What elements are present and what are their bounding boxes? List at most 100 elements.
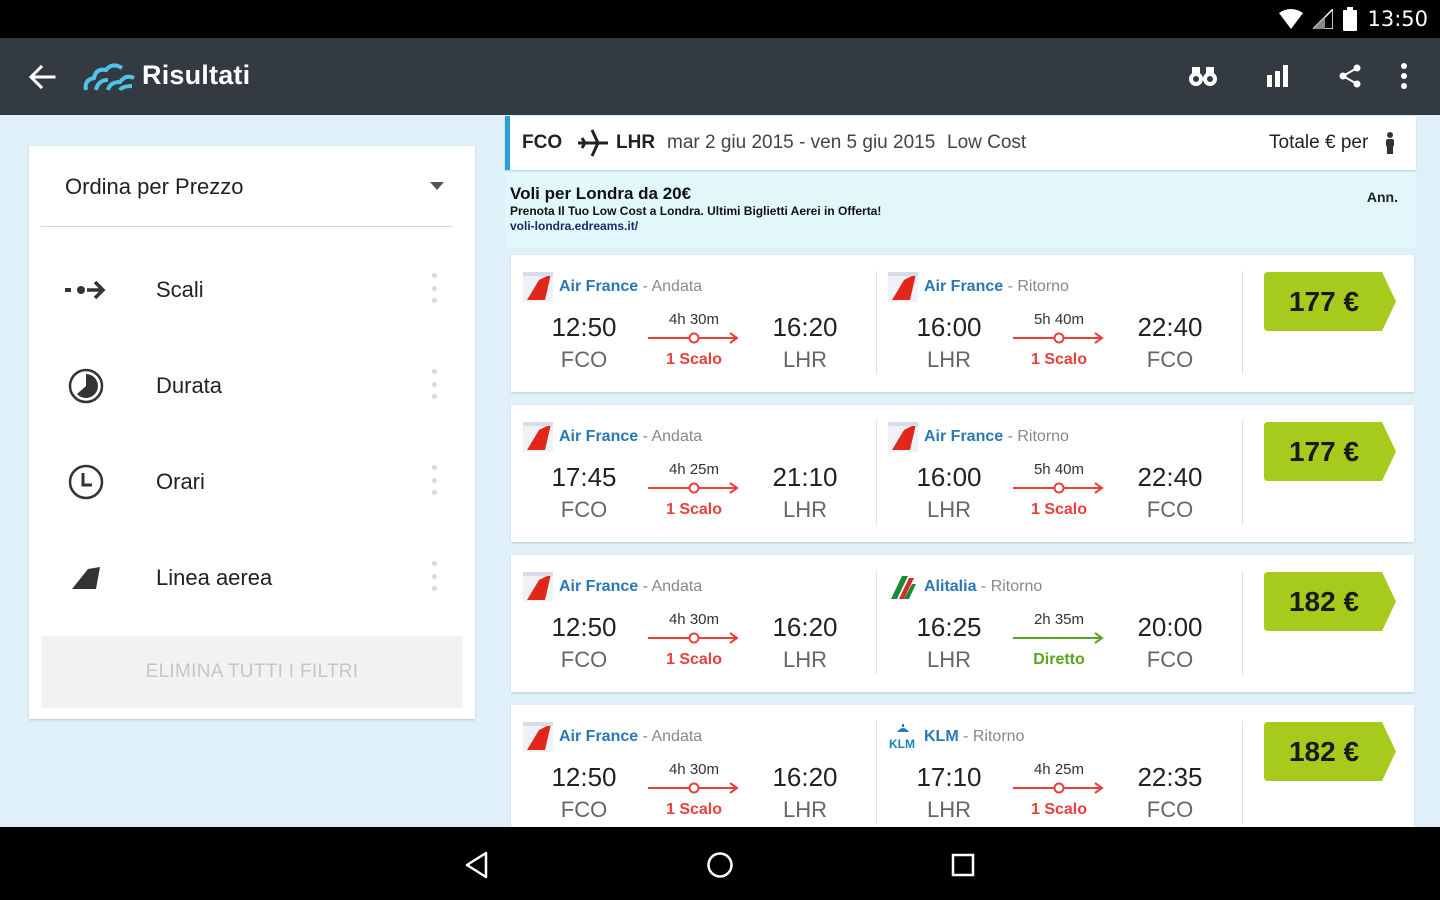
flight-duration: 4h 30m bbox=[668, 611, 720, 628]
clear-filters-button[interactable]: ELIMINA TUTTI I FILTRI bbox=[41, 636, 463, 708]
airline-name: Air France bbox=[924, 278, 1004, 295]
alitalia-logo bbox=[888, 572, 918, 602]
flight-result-card[interactable]: Air France - Andata 12:50 FCO 4h 30m 1 Scalo… bbox=[511, 255, 1414, 392]
share-button[interactable] bbox=[1332, 58, 1368, 94]
search-summary[interactable]: FCO LHR mar 2 giu 2015 - ven 5 giu 2015 … bbox=[505, 116, 1416, 170]
flight-result-card[interactable]: Air France - Andata 17:45 FCO 4h 25m 1 Scalo… bbox=[511, 405, 1414, 542]
arrival-airport: FCO bbox=[1146, 497, 1194, 522]
home-nav-icon[interactable] bbox=[700, 845, 740, 885]
page-title: Risultati bbox=[142, 60, 251, 90]
leg-direction: - Ritorno bbox=[1003, 428, 1069, 445]
chevron-down-icon bbox=[430, 182, 444, 190]
filter-panel: Ordina per Prezzo Scali Durata Orari Lin… bbox=[29, 146, 475, 719]
more-vert-icon[interactable] bbox=[430, 561, 438, 591]
filter-item-times[interactable]: Orari bbox=[29, 435, 475, 531]
flight-result-card[interactable]: Air France - Andata 12:50 FCO 4h 30m 1 Scalo… bbox=[511, 555, 1414, 692]
more-vert-icon bbox=[1401, 63, 1407, 89]
direction-label: Andata bbox=[651, 578, 703, 595]
departure-time: 17:10 bbox=[916, 762, 982, 792]
cell-signal-icon bbox=[1313, 9, 1334, 29]
leg-direction: - Ritorno bbox=[1003, 278, 1069, 295]
filter-label: Durata bbox=[156, 373, 223, 398]
recents-nav-icon[interactable] bbox=[943, 845, 983, 885]
price-tag[interactable]: 182 € bbox=[1264, 722, 1396, 781]
filter-label: Orari bbox=[156, 469, 205, 494]
flight-duration: 5h 40m bbox=[1033, 461, 1085, 478]
air-france-logo bbox=[523, 572, 553, 602]
direction-label: Andata bbox=[651, 728, 703, 745]
airline-label: Air France - Andata bbox=[559, 728, 702, 746]
skyscanner-logo bbox=[83, 63, 135, 92]
ad-tag: Ann. bbox=[1366, 189, 1398, 205]
sort-dropdown[interactable]: Ordina per Prezzo bbox=[41, 146, 452, 227]
back-nav-icon[interactable] bbox=[457, 845, 497, 885]
departure-time: 12:50 bbox=[551, 762, 617, 792]
departure-airport: LHR bbox=[926, 347, 971, 372]
arrival-airport: FCO bbox=[1146, 347, 1194, 372]
stops-label: 1 Scalo bbox=[665, 801, 723, 818]
arrival-time: 16:20 bbox=[772, 312, 838, 342]
flight-result-card[interactable]: Air France - Andata 12:50 FCO 4h 30m 1 Scalo… bbox=[511, 705, 1414, 827]
price-tag[interactable]: 177 € bbox=[1264, 272, 1396, 331]
duration-icon bbox=[65, 365, 107, 407]
airline-label: KLM - Ritorno bbox=[924, 728, 1024, 746]
price-divider bbox=[1242, 721, 1243, 824]
more-vert-icon[interactable] bbox=[430, 465, 438, 495]
departure-airport: LHR bbox=[926, 497, 971, 522]
departure-airport: FCO bbox=[560, 797, 608, 822]
price-tag[interactable]: 182 € bbox=[1264, 572, 1396, 631]
airline-name: Air France bbox=[559, 728, 639, 745]
ad-banner[interactable]: Voli per Londra da 20€ Prenota Il Tuo Lo… bbox=[505, 172, 1416, 248]
arrival-time: 21:10 bbox=[772, 462, 838, 492]
filter-item-duration[interactable]: Durata bbox=[29, 339, 475, 435]
watch-button[interactable] bbox=[1185, 58, 1221, 94]
stops-label: Diretto bbox=[1033, 651, 1085, 668]
leg-direction: - Andata bbox=[638, 428, 703, 445]
flight-duration: 4h 30m bbox=[668, 761, 720, 778]
price-divider bbox=[1242, 421, 1243, 524]
filter-item-stops[interactable]: Scali bbox=[29, 243, 475, 339]
price-tag[interactable]: 177 € bbox=[1264, 422, 1396, 481]
overflow-menu-button[interactable] bbox=[1386, 58, 1422, 94]
departure-time: 12:50 bbox=[551, 312, 617, 342]
binoculars-icon bbox=[1189, 67, 1217, 86]
ad-url[interactable]: voli-londra.edreams.it/ bbox=[510, 219, 638, 233]
airline-tail-icon bbox=[65, 557, 107, 599]
air-france-logo bbox=[523, 422, 553, 452]
direction-label: Ritorno bbox=[1017, 428, 1069, 445]
filter-item-airline[interactable]: Linea aerea bbox=[29, 531, 475, 627]
share-icon bbox=[1339, 64, 1361, 88]
arrival-airport: LHR bbox=[782, 797, 827, 822]
airline-name: KLM bbox=[924, 728, 959, 745]
outbound-leg: Air France - Andata 12:50 FCO 4h 30m 1 Scalo… bbox=[511, 555, 871, 692]
price-chart-button[interactable] bbox=[1260, 58, 1296, 94]
air-france-logo bbox=[888, 422, 918, 452]
departure-time: 16:25 bbox=[916, 612, 982, 642]
price-value: 182 € bbox=[1288, 736, 1360, 767]
more-vert-icon[interactable] bbox=[430, 273, 438, 303]
arrival-airport: LHR bbox=[782, 497, 827, 522]
price-divider bbox=[1242, 271, 1243, 374]
more-vert-icon[interactable] bbox=[430, 369, 438, 399]
results-list: Air France - Andata 12:50 FCO 4h 30m 1 Scalo… bbox=[505, 250, 1416, 827]
departure-time: 17:45 bbox=[551, 462, 617, 492]
travel-dates: mar 2 giu 2015 - ven 5 giu 2015 bbox=[667, 132, 936, 153]
price-value: 177 € bbox=[1288, 436, 1360, 467]
battery-icon bbox=[1343, 7, 1358, 31]
ad-title[interactable]: Voli per Londra da 20€ bbox=[510, 184, 691, 204]
plane-icon bbox=[578, 129, 608, 157]
stops-label: 1 Scalo bbox=[665, 651, 723, 668]
airline-label: Air France - Andata bbox=[559, 578, 702, 596]
departure-time: 16:00 bbox=[916, 312, 982, 342]
filter-label: Linea aerea bbox=[156, 565, 273, 590]
back-arrow-icon[interactable] bbox=[26, 62, 58, 92]
air-france-logo bbox=[523, 722, 553, 752]
total-label: Totale € per bbox=[1269, 132, 1369, 153]
price-value: 177 € bbox=[1288, 286, 1360, 317]
airline-label: Air France - Andata bbox=[559, 428, 702, 446]
air-france-logo bbox=[888, 272, 918, 302]
return-leg: KLM KLM - Ritorno 17:10 LHR 4h 25m 1 Scalo 22:… bbox=[876, 705, 1236, 827]
direction-label: Ritorno bbox=[1017, 278, 1069, 295]
direction-label: Ritorno bbox=[990, 578, 1043, 595]
flight-duration: 4h 30m bbox=[668, 311, 720, 328]
